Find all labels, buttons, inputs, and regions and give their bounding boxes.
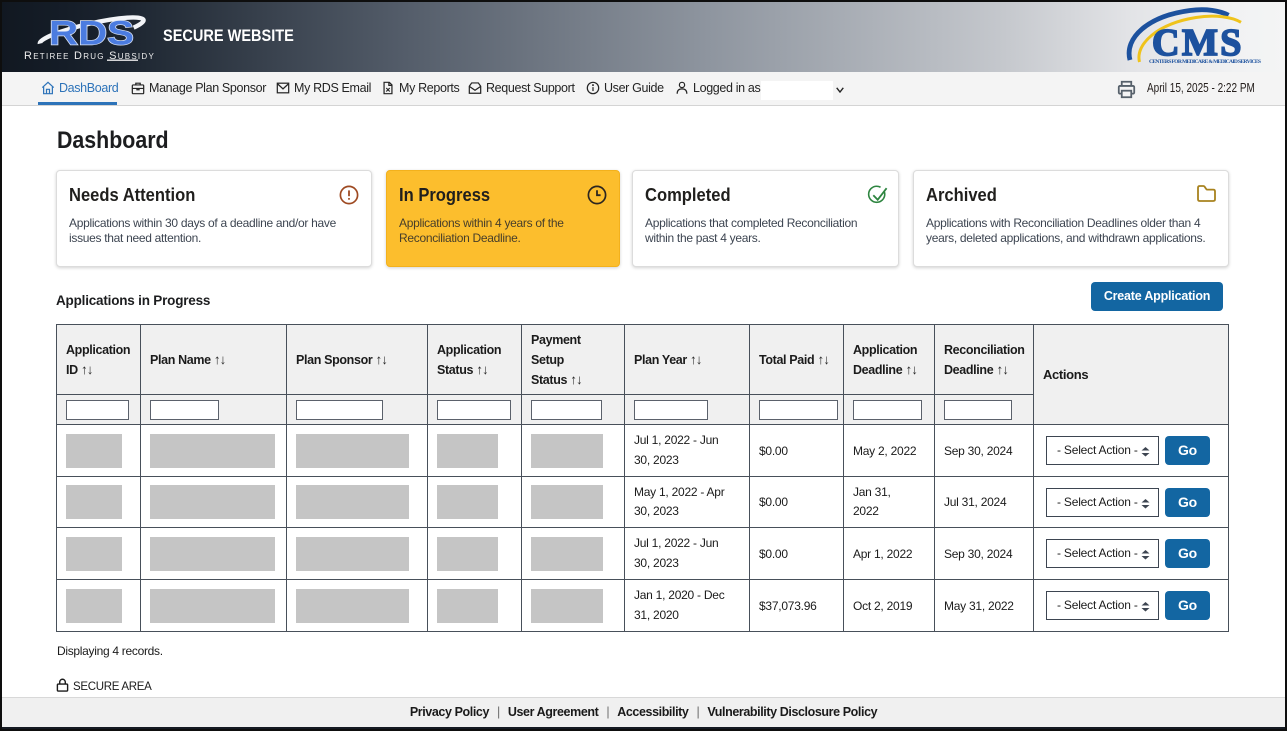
svg-text:CMS: CMS [1152,22,1244,64]
svg-text:CENTERS FOR MEDICARE & MEDICAI: CENTERS FOR MEDICARE & MEDICAID SERVICES [1149,59,1261,65]
svg-text:RDS: RDS [49,15,134,53]
